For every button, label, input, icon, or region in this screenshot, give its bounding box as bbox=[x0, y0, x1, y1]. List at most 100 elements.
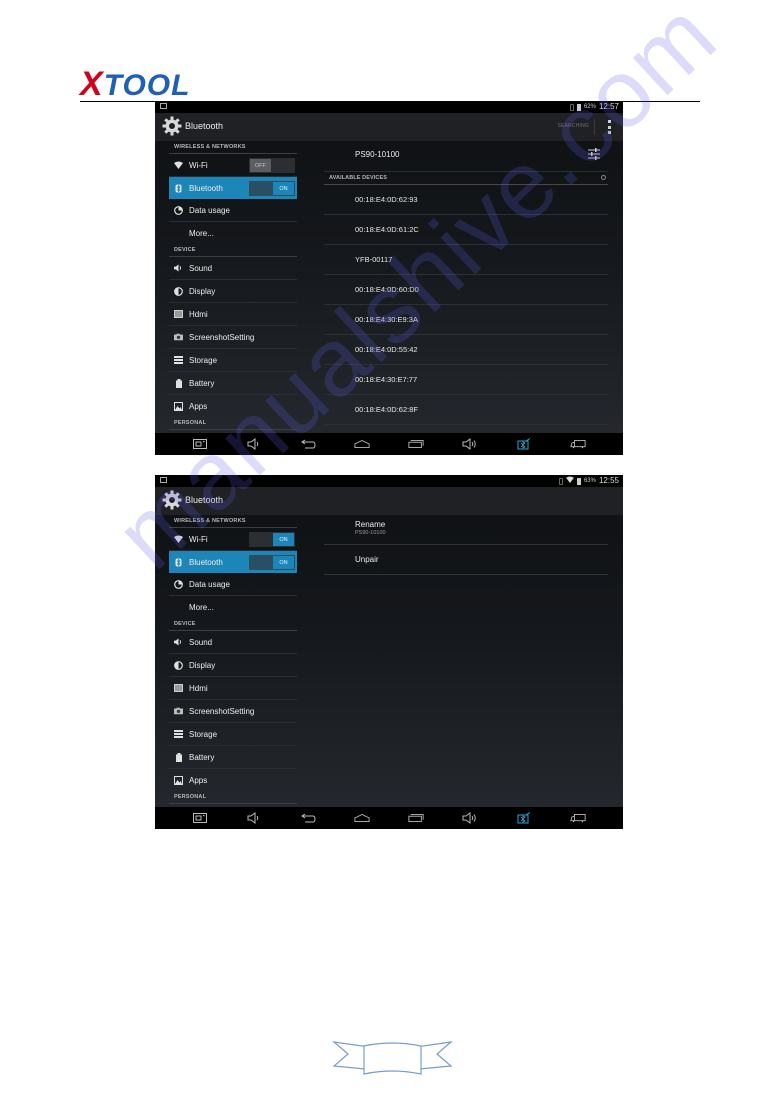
sidebar-item-storage[interactable]: Storage bbox=[169, 349, 297, 372]
recents-icon[interactable] bbox=[408, 438, 424, 450]
status-bar: 62% 12:57 bbox=[155, 101, 623, 113]
page-title: Bluetooth bbox=[185, 495, 224, 505]
volume-up-icon[interactable] bbox=[462, 438, 478, 450]
device-name: PS90-10100 bbox=[355, 150, 400, 159]
scanning-spinner-icon bbox=[601, 175, 606, 180]
home-icon[interactable] bbox=[354, 438, 370, 450]
sidebar-item-screenshot-setting[interactable]: ScreenshotSetting bbox=[169, 326, 297, 349]
volume-up-icon[interactable] bbox=[462, 812, 478, 824]
device-list-item[interactable]: 00:18:E4:0D:55:42 bbox=[324, 335, 608, 365]
sidebar-item-apps[interactable]: Apps bbox=[169, 769, 297, 791]
back-icon[interactable] bbox=[300, 438, 316, 450]
bluetooth-toggle[interactable]: ON bbox=[249, 181, 295, 196]
settings-sliders-icon[interactable] bbox=[588, 148, 600, 160]
hdmi-icon bbox=[174, 310, 183, 319]
truck-icon[interactable] bbox=[570, 438, 586, 450]
sidebar-item-display[interactable]: Display bbox=[169, 654, 297, 677]
sidebar-item-sound[interactable]: Sound bbox=[169, 257, 297, 280]
sidebar-item-battery[interactable]: Battery bbox=[169, 372, 297, 395]
wifi-toggle[interactable]: OFF bbox=[249, 158, 295, 173]
settings-sidebar: WIRELESS & NETWORKS Wi-Fi OFF Bluetooth … bbox=[169, 141, 297, 430]
sidebar-item-data-usage[interactable]: Data usage bbox=[169, 573, 297, 596]
sidebar-item-bluetooth[interactable]: Bluetooth ON bbox=[169, 177, 297, 199]
clock: 12:57 bbox=[598, 102, 619, 111]
sidebar-item-more[interactable]: More... bbox=[169, 222, 297, 244]
storage-icon bbox=[174, 730, 183, 739]
hdmi-icon bbox=[174, 684, 183, 693]
device-list-item[interactable]: 00:18:E4:30:E7:77 bbox=[324, 365, 608, 395]
xtool-logo: XTOOL bbox=[80, 65, 191, 103]
device-list-item[interactable]: 00:18:E4:0D:62:8F bbox=[324, 395, 608, 425]
battery-status-icon bbox=[576, 103, 581, 111]
volume-down-icon[interactable] bbox=[246, 812, 262, 824]
sidebar-item-sound[interactable]: Sound bbox=[169, 631, 297, 654]
clock: 12:55 bbox=[598, 476, 619, 485]
apps-icon bbox=[174, 775, 183, 785]
unpair-option[interactable]: Unpair bbox=[324, 545, 608, 575]
sidebar-item-storage[interactable]: Storage bbox=[169, 723, 297, 746]
section-header-wireless: WIRELESS & NETWORKS bbox=[169, 515, 297, 528]
system-nav-bar bbox=[155, 807, 623, 829]
section-header-wireless: WIRELESS & NETWORKS bbox=[169, 141, 297, 154]
bluetooth-toggle[interactable]: ON bbox=[249, 555, 295, 570]
display-icon bbox=[174, 660, 183, 670]
back-icon[interactable] bbox=[300, 812, 316, 824]
wifi-icon bbox=[174, 161, 183, 170]
rename-current-value: PS90-10100 bbox=[355, 530, 386, 536]
recents-icon[interactable] bbox=[408, 812, 424, 824]
overflow-menu-icon[interactable] bbox=[608, 120, 611, 134]
rename-option[interactable]: Rename PS90-10100 bbox=[324, 515, 608, 545]
settings-gear-icon[interactable] bbox=[162, 490, 182, 510]
notification-icon bbox=[160, 477, 167, 483]
sidebar-item-wifi[interactable]: Wi-Fi ON bbox=[169, 528, 297, 551]
sidebar-item-display[interactable]: Display bbox=[169, 280, 297, 303]
device-list-item[interactable]: YFB-00117 bbox=[324, 245, 608, 275]
sidebar-item-more[interactable]: More... bbox=[169, 596, 297, 618]
wifi-toggle[interactable]: ON bbox=[249, 532, 295, 547]
sidebar-item-apps[interactable]: Apps bbox=[169, 395, 297, 417]
device-list-item[interactable]: 00:18:E4:0D:62:93 bbox=[324, 185, 608, 215]
home-icon[interactable] bbox=[354, 812, 370, 824]
sidebar-item-hdmi[interactable]: Hdmi bbox=[169, 677, 297, 700]
wifi-status-icon bbox=[566, 476, 574, 486]
device-list-item[interactable]: 00:18:E4:0D:60:D0 bbox=[324, 275, 608, 305]
screenshot-icon[interactable] bbox=[192, 812, 208, 824]
section-header-device: DEVICE bbox=[169, 244, 297, 257]
sidebar-item-battery[interactable]: Battery bbox=[169, 746, 297, 769]
sound-icon bbox=[174, 638, 183, 647]
sound-icon bbox=[174, 264, 183, 273]
sidebar-item-bluetooth[interactable]: Bluetooth ON bbox=[169, 551, 297, 573]
battery-icon bbox=[174, 378, 183, 388]
bluetooth-icon bbox=[174, 184, 183, 193]
screenshot-bluetooth-searching: 62% 12:57 Bluetooth SEARCHING WIRELESS &… bbox=[155, 101, 623, 455]
sidebar-item-wifi[interactable]: Wi-Fi OFF bbox=[169, 154, 297, 177]
action-bar: Bluetooth SEARCHING bbox=[155, 113, 623, 142]
action-bar: Bluetooth bbox=[155, 487, 623, 516]
volume-down-icon[interactable] bbox=[246, 438, 262, 450]
sidebar-item-data-usage[interactable]: Data usage bbox=[169, 199, 297, 222]
bluetooth-device-pane: PS90-10100 AVAILABLE DEVICES 00:18:E4:0D… bbox=[324, 141, 608, 425]
sidebar-item-screenshot-setting[interactable]: ScreenshotSetting bbox=[169, 700, 297, 723]
device-list-item[interactable]: 00:18:E4:0D:61:2C bbox=[324, 215, 608, 245]
truck-icon[interactable] bbox=[570, 812, 586, 824]
bluetooth-vci-icon[interactable] bbox=[516, 812, 532, 824]
camera-icon bbox=[174, 333, 183, 342]
section-header-personal: PERSONAL bbox=[169, 791, 297, 804]
bluetooth-vci-icon[interactable] bbox=[516, 438, 532, 450]
battery-icon bbox=[174, 752, 183, 762]
this-device-row[interactable]: PS90-10100 bbox=[324, 141, 608, 172]
display-icon bbox=[174, 286, 183, 296]
screenshot-bluetooth-paired-device: 63% 12:55 Bluetooth WIRELESS & NETWORKS … bbox=[155, 475, 623, 829]
searching-button[interactable]: SEARCHING bbox=[557, 123, 589, 129]
divider bbox=[594, 119, 595, 135]
apps-icon bbox=[174, 401, 183, 411]
battery-percent: 63% bbox=[583, 478, 596, 484]
device-list-item[interactable]: 00:18:E4:30:E9:3A bbox=[324, 305, 608, 335]
screenshot-icon[interactable] bbox=[192, 438, 208, 450]
system-nav-bar bbox=[155, 433, 623, 455]
sidebar-item-hdmi[interactable]: Hdmi bbox=[169, 303, 297, 326]
bluetooth-status-icon bbox=[558, 477, 563, 485]
status-bar: 63% 12:55 bbox=[155, 475, 623, 487]
settings-gear-icon[interactable] bbox=[162, 116, 182, 136]
storage-icon bbox=[174, 356, 183, 365]
